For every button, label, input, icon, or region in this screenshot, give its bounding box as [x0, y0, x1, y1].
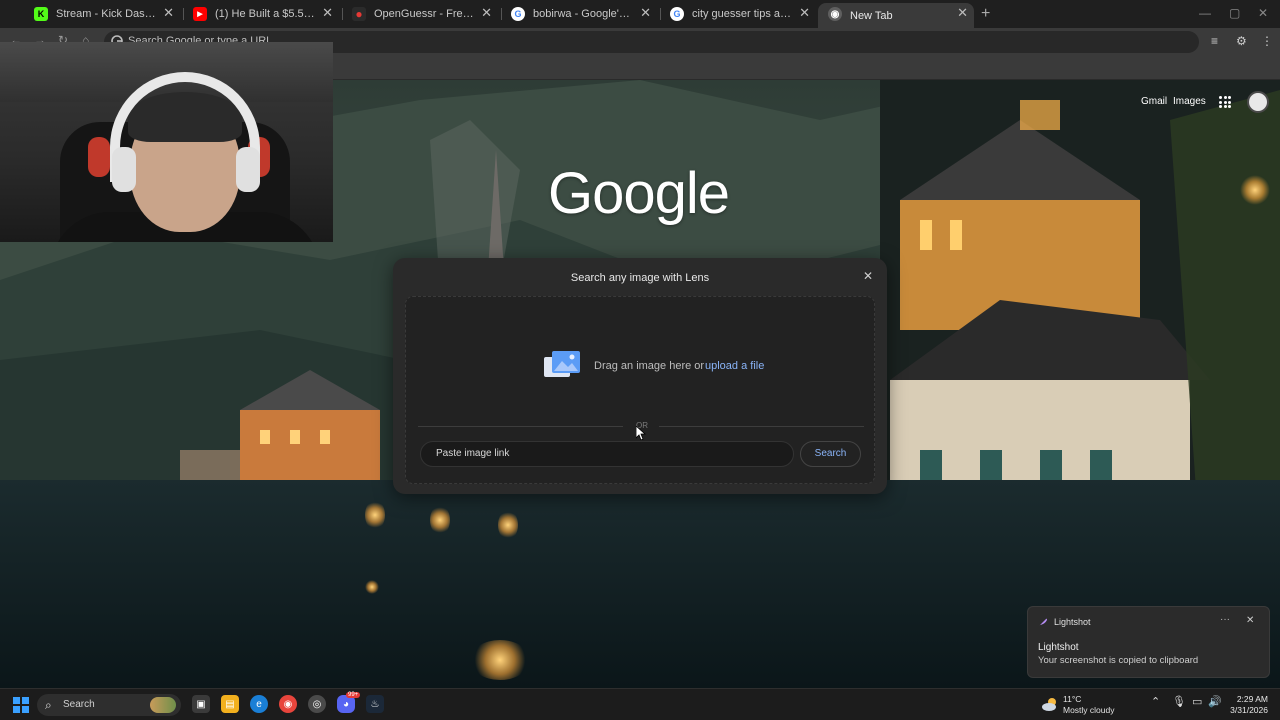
close-icon[interactable]: ✕ — [799, 6, 810, 20]
weather-temperature: 11°C — [1063, 694, 1082, 704]
light-glow — [1240, 175, 1270, 205]
apps-grid-icon[interactable] — [1219, 96, 1231, 108]
light-reflection — [470, 640, 530, 680]
extensions-icon[interactable]: ⚙ — [1236, 34, 1250, 48]
light-reflection — [498, 510, 518, 540]
light-reflection — [365, 500, 385, 530]
more-options-icon[interactable]: ··· — [1220, 614, 1230, 625]
menu-icon[interactable]: ⋮ — [1261, 34, 1275, 48]
weather-description: Mostly cloudy — [1063, 705, 1115, 715]
lightshot-feather-icon — [1039, 618, 1047, 626]
tab-title: Stream - Kick Dashboard — [56, 8, 172, 20]
mouse-cursor-icon — [636, 426, 646, 440]
lens-dialog: Search any image with Lens ✕ Drag an ima… — [393, 258, 887, 494]
search-icon: ⌕ — [45, 698, 52, 712]
youtube-icon: ▶ — [193, 7, 207, 21]
divider — [418, 426, 623, 427]
drag-drop-text: Drag an image here or — [594, 360, 705, 372]
maximize-icon[interactable]: ▢ — [1229, 6, 1240, 20]
close-icon[interactable]: ✕ — [640, 6, 651, 20]
obs-icon[interactable]: ◎ — [308, 695, 326, 713]
chevron-up-icon[interactable]: ⌃ — [1151, 695, 1160, 708]
window-close-icon[interactable]: ✕ — [1258, 6, 1268, 20]
tab-google-search-1[interactable]: G bobirwa - Google'da axtarış ✕ — [501, 3, 657, 25]
google-logo: Google — [548, 161, 730, 226]
chrome-icon[interactable]: ◉ — [279, 695, 297, 713]
tab-new-tab[interactable]: ◉ New Tab ✕ — [818, 3, 974, 28]
taskbar-search-label: Search — [63, 699, 95, 710]
gaming-chair — [88, 137, 110, 177]
headphones — [112, 147, 136, 192]
network-icon[interactable]: ▭ — [1192, 695, 1202, 708]
lightshot-notification[interactable]: Lightshot ··· ✕ Lightshot Your screensho… — [1027, 606, 1270, 678]
volume-icon[interactable]: 🔊 — [1208, 695, 1222, 708]
close-icon[interactable]: ✕ — [163, 6, 174, 20]
notification-app-name: Lightshot — [1054, 617, 1091, 627]
tab-title: bobirwa - Google'da axtarış — [533, 8, 649, 20]
tab-title: New Tab — [850, 9, 893, 22]
google-icon: G — [511, 7, 525, 21]
microphone-icon[interactable]: 🎙 — [1172, 695, 1186, 708]
openguessr-icon: ● — [352, 7, 366, 21]
tab-strip: K Stream - Kick Dashboard ✕ ▶ (1) He Bui… — [0, 0, 1280, 28]
chrome-icon: ◉ — [828, 7, 842, 21]
google-icon: G — [670, 7, 684, 21]
tab-openguessr[interactable]: ● OpenGuessr - Free GeoGuessr... ✕ — [342, 3, 498, 25]
tab-youtube[interactable]: ▶ (1) He Built a $5.5B Legal AI Co... ✕ — [183, 3, 339, 25]
reading-list-icon[interactable]: ≡ — [1211, 34, 1225, 48]
close-icon[interactable]: ✕ — [1246, 615, 1254, 626]
image-link-input[interactable]: Paste image link — [420, 441, 794, 467]
minimize-icon[interactable]: — — [1199, 6, 1211, 20]
notification-message: Your screenshot is copied to clipboard — [1038, 655, 1199, 666]
webcam-overlay — [0, 42, 333, 242]
close-icon[interactable]: ✕ — [957, 6, 968, 20]
taskbar-search[interactable]: ⌕ Search — [37, 694, 181, 716]
gmail-link[interactable]: Gmail — [1141, 96, 1167, 107]
clock-time[interactable]: 2:29 AM — [1222, 694, 1268, 704]
images-link[interactable]: Images — [1173, 96, 1206, 107]
tab-kick[interactable]: K Stream - Kick Dashboard ✕ — [24, 3, 180, 25]
tab-title: (1) He Built a $5.5B Legal AI Co... — [215, 8, 331, 20]
weather-cloud-icon — [1042, 698, 1056, 711]
tab-title: OpenGuessr - Free GeoGuessr... — [374, 8, 490, 20]
notification-badge: 99+ — [346, 692, 361, 698]
file-explorer-icon[interactable]: ▤ — [221, 695, 239, 713]
steam-icon[interactable]: ♨ — [366, 695, 384, 713]
close-icon[interactable]: ✕ — [481, 6, 492, 20]
search-highlight-image — [150, 697, 176, 713]
light-reflection — [430, 505, 450, 535]
edge-icon[interactable]: e — [250, 695, 268, 713]
lens-title: Search any image with Lens — [570, 272, 710, 284]
upload-file-link[interactable]: upload a file — [705, 360, 764, 372]
profile-avatar[interactable] — [1247, 91, 1269, 113]
kick-icon: K — [34, 7, 48, 21]
headphones — [236, 147, 260, 192]
image-drop-zone[interactable]: Drag an image here or upload a file OR P… — [405, 296, 875, 484]
close-icon[interactable]: ✕ — [863, 269, 873, 283]
clock-date[interactable]: 3/31/2026 — [1222, 705, 1268, 715]
new-tab-button[interactable]: + — [981, 5, 990, 23]
image-upload-icon — [544, 351, 580, 377]
light-glow — [365, 580, 379, 594]
close-icon[interactable]: ✕ — [322, 6, 333, 20]
task-view-icon[interactable]: ▣ — [192, 695, 210, 713]
tab-google-search-2[interactable]: G city guesser tips and tricks - Go... ✕ — [660, 3, 816, 25]
windows-start-icon[interactable] — [13, 697, 29, 713]
notification-title: Lightshot — [1038, 642, 1079, 653]
tab-title: city guesser tips and tricks - Go... — [692, 8, 808, 20]
divider — [659, 426, 864, 427]
search-button[interactable]: Search — [800, 441, 861, 467]
taskbar: ⌕ Search ▣ ▤ e ◉ ◎ ◕ 99+ ♨ 11°C Mostly c… — [0, 688, 1280, 720]
